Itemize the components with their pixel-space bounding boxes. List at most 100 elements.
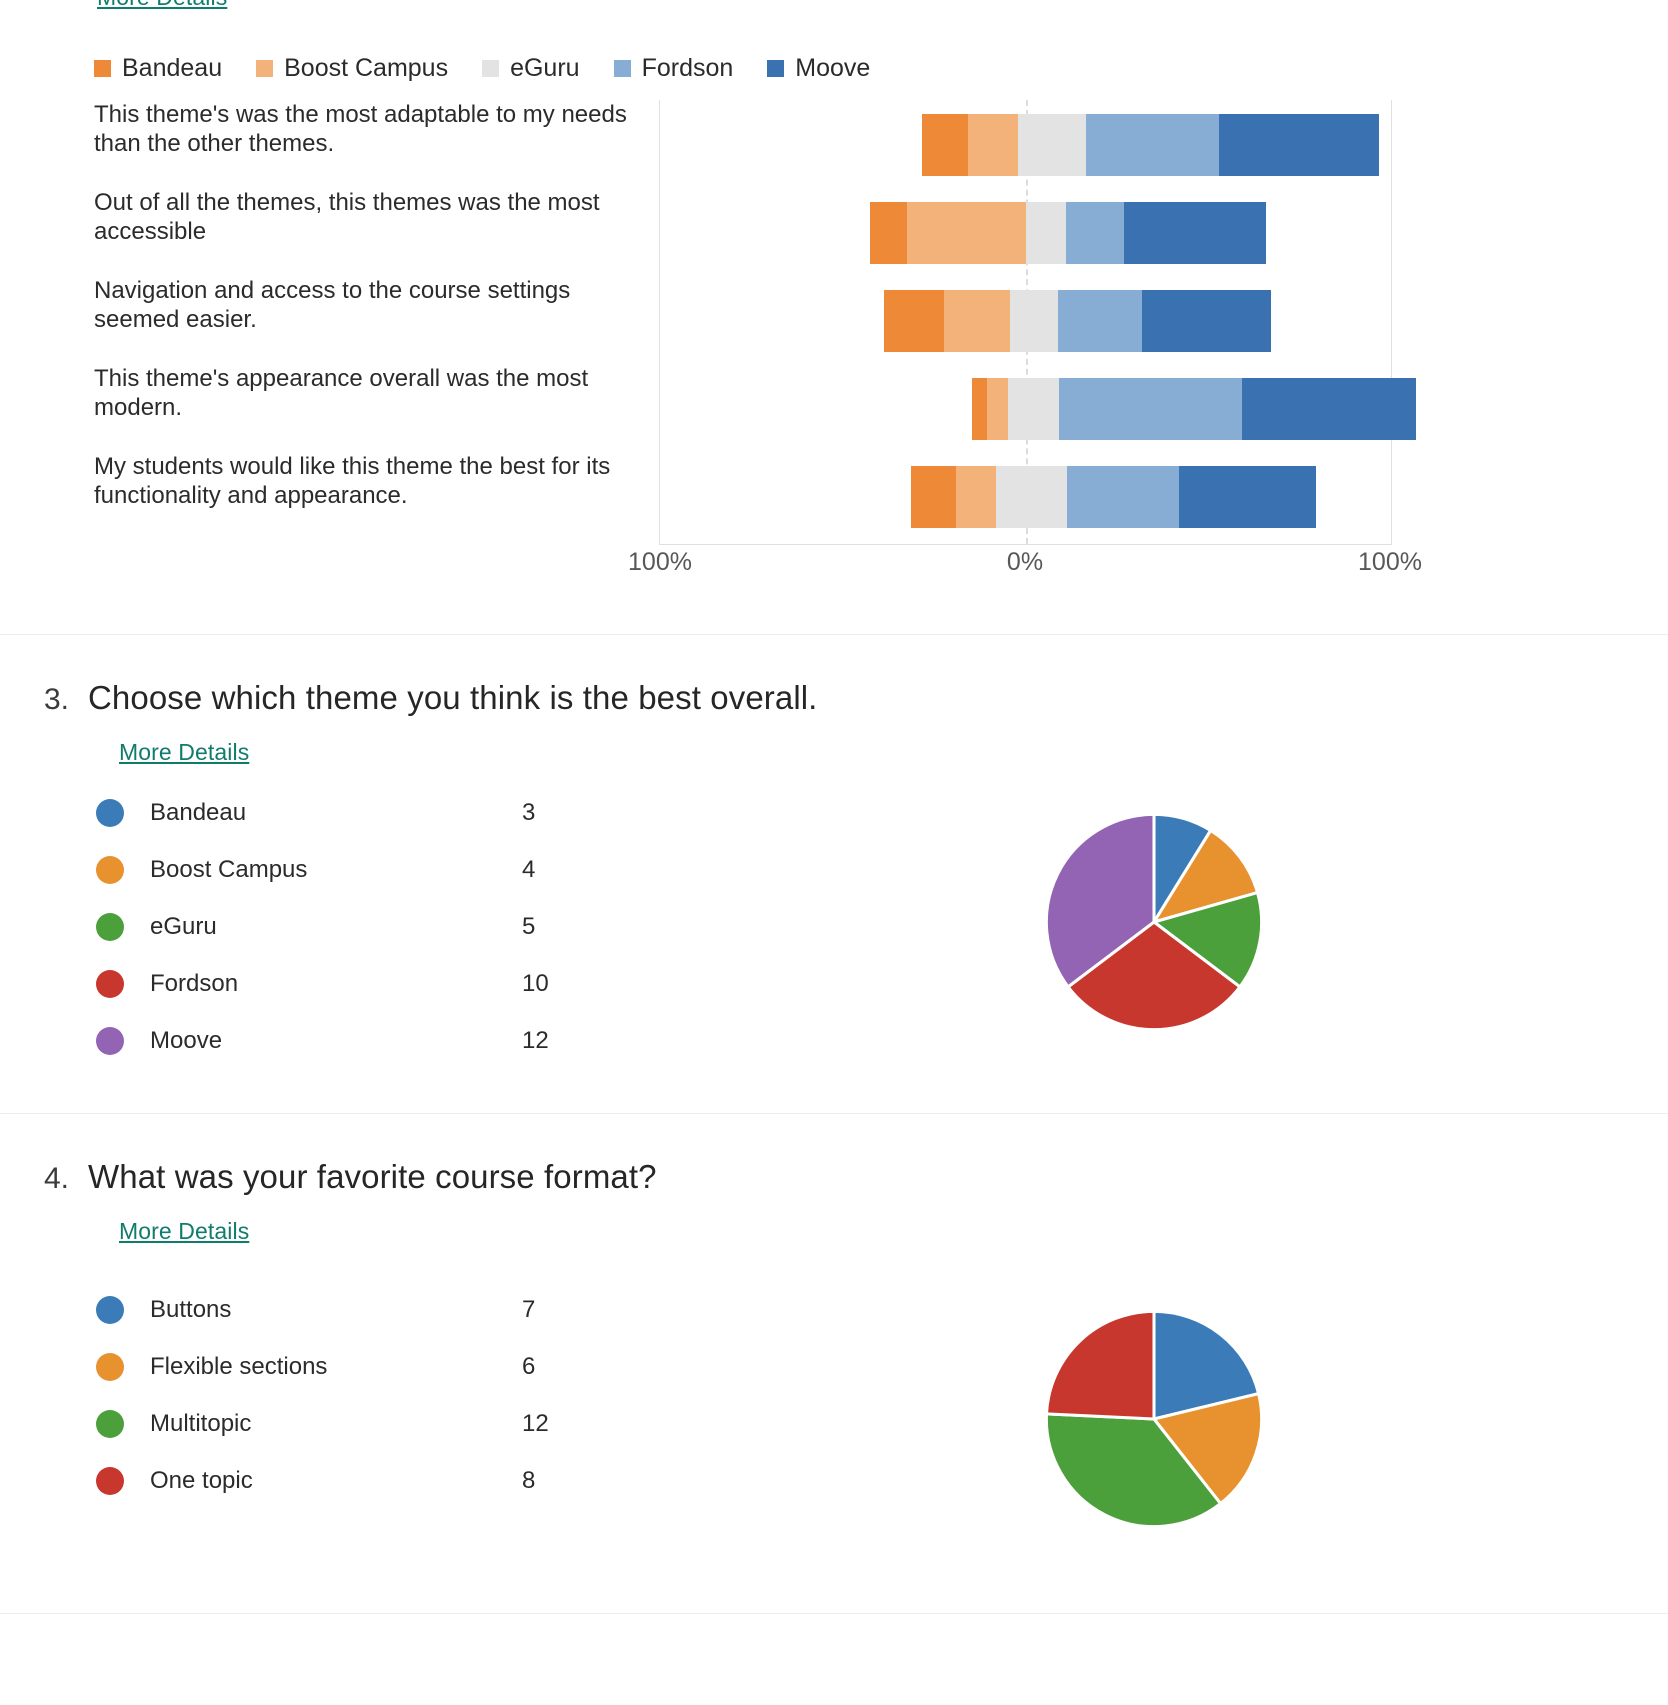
legend-dot-multitopic — [96, 1409, 124, 1438]
option-count: 8 — [522, 1466, 536, 1494]
legend-dot-buttons — [96, 1295, 124, 1324]
bar-segment-eguru[interactable] — [1008, 378, 1059, 440]
legend-label-fordson: Fordson — [641, 53, 734, 82]
list-item[interactable]: eGuru 5 — [96, 898, 662, 955]
question-title: What was your favorite course format? — [88, 1158, 657, 1195]
list-item[interactable]: Bandeau 3 — [96, 784, 662, 841]
bar-segment-eguru[interactable] — [1026, 202, 1066, 264]
bar-segment-eguru[interactable] — [1010, 290, 1058, 352]
more-details-link-q2[interactable]: More Details — [97, 0, 227, 11]
pie-slice-one-topic[interactable] — [1044, 1309, 1156, 1421]
bar-segment-eguru[interactable] — [1018, 114, 1086, 176]
option-count: 7 — [522, 1295, 536, 1323]
bar-row[interactable] — [870, 202, 1266, 264]
question-number: 3. — [44, 683, 70, 716]
legend-item-moove[interactable]: Moove — [767, 54, 870, 83]
x-axis-tick-labels: 100% 0% 100% — [628, 548, 1422, 588]
bar-segment-bandeau[interactable] — [884, 290, 944, 352]
bar-segment-moove[interactable] — [1219, 114, 1379, 176]
bar-segment-bandeau[interactable] — [870, 202, 907, 264]
list-item[interactable]: Flexible sections 6 — [96, 1338, 662, 1395]
bar-segment-boost-campus[interactable] — [956, 466, 996, 528]
list-item[interactable]: Buttons 7 — [96, 1281, 662, 1338]
bar-segment-moove[interactable] — [1142, 290, 1271, 352]
statement-label: This theme's appearance overall was the … — [94, 365, 589, 422]
bar-segment-boost-campus[interactable] — [987, 378, 1008, 440]
bar-segment-moove[interactable] — [1242, 378, 1416, 440]
bar-segment-fordson[interactable] — [1059, 378, 1242, 440]
bar-segment-boost-campus[interactable] — [907, 202, 1026, 264]
legend-dot-flexible-sections — [96, 1352, 124, 1381]
legend-item-bandeau[interactable]: Bandeau — [94, 54, 222, 83]
legend-label-moove: Moove — [795, 53, 871, 82]
more-details-link-q3[interactable]: More Details — [119, 739, 249, 766]
legend-swatch-eguru — [482, 59, 500, 77]
bar-segment-fordson[interactable] — [1058, 290, 1142, 352]
option-count: 12 — [522, 1026, 549, 1054]
bar-row[interactable] — [922, 114, 1379, 176]
list-item[interactable]: Boost Campus 4 — [96, 841, 662, 898]
question-number: 4. — [44, 1162, 70, 1195]
legend-item-fordson[interactable]: Fordson — [613, 53, 734, 83]
question-2-block: More Details Bandeau Boost Campus eGuru … — [0, 0, 1668, 590]
list-item[interactable]: Multitopic 12 — [96, 1395, 662, 1452]
legend-label-bandeau: Bandeau — [122, 53, 223, 82]
axis-tick-left: 100% — [628, 548, 692, 576]
bar-segment-boost-campus[interactable] — [944, 290, 1010, 352]
statement-label: Out of all the themes, this themes was t… — [94, 189, 600, 246]
option-count: 12 — [522, 1409, 549, 1437]
question-3-header: 3. Choose which theme you think is the b… — [22, 635, 1646, 717]
bar-segment-bandeau[interactable] — [911, 466, 956, 528]
question-4-pie-wrap — [662, 1281, 1646, 1557]
question-3-pie-wrap — [662, 784, 1646, 1060]
bar-segment-boost-campus[interactable] — [968, 114, 1018, 176]
list-item[interactable]: Moove 12 — [96, 1012, 662, 1069]
option-count: 4 — [522, 855, 536, 883]
bar-segment-bandeau[interactable] — [972, 378, 987, 440]
legend-swatch-fordson — [613, 59, 631, 77]
legend-item-boost-campus[interactable]: Boost Campus — [256, 54, 448, 83]
option-count: 3 — [522, 798, 536, 826]
statement-labels: This theme's was the most adaptable to m… — [94, 100, 654, 540]
legend-label-eguru: eGuru — [510, 53, 580, 82]
legend-dot-moove — [96, 1026, 124, 1055]
legend-dot-fordson — [96, 969, 124, 998]
statement-label: This theme's was the most adaptable to m… — [94, 101, 627, 158]
pie-chart-q4[interactable] — [1016, 1281, 1292, 1557]
question-4-body: Buttons 7 Flexible sections 6 Multitopic… — [22, 1281, 1646, 1557]
bar-segment-moove[interactable] — [1124, 202, 1266, 264]
list-item[interactable]: Fordson 10 — [96, 955, 662, 1012]
bar-row[interactable] — [884, 290, 1271, 352]
bar-segment-bandeau[interactable] — [922, 114, 968, 176]
stacked-bar-legend: Bandeau Boost Campus eGuru Fordson Moove — [22, 0, 1646, 82]
more-details-link-q4[interactable]: More Details — [119, 1218, 249, 1245]
axis-tick-right: 100% — [1358, 548, 1422, 576]
bar-row[interactable] — [972, 378, 1416, 440]
legend-swatch-boost-campus — [256, 59, 274, 77]
question-4-header: 4. What was your favorite course format? — [22, 1114, 1646, 1196]
option-count: 5 — [522, 912, 536, 940]
legend-swatch-moove — [767, 59, 785, 77]
question-4-block: 4. What was your favorite course format?… — [0, 1114, 1668, 1557]
pie-chart-q3[interactable] — [1016, 784, 1292, 1060]
bar-segment-fordson[interactable] — [1066, 202, 1124, 264]
survey-results-page: More Details Bandeau Boost Campus eGuru … — [0, 0, 1668, 1705]
list-item[interactable]: One topic 8 — [96, 1452, 662, 1509]
question-3-body: Bandeau 3 Boost Campus 4 eGuru 5 Fordson… — [22, 784, 1646, 1069]
bar-segment-fordson[interactable] — [1086, 114, 1219, 176]
bar-segment-moove[interactable] — [1179, 466, 1316, 528]
section-divider — [0, 1613, 1668, 1614]
legend-item-eguru[interactable]: eGuru — [482, 53, 580, 83]
legend-dot-boost-campus — [96, 855, 124, 884]
question-4-option-list: Buttons 7 Flexible sections 6 Multitopic… — [22, 1281, 662, 1509]
legend-dot-one-topic — [96, 1466, 124, 1495]
statement-label: Navigation and access to the course sett… — [94, 277, 571, 334]
chart-plot-area — [659, 100, 1416, 545]
question-3-option-list: Bandeau 3 Boost Campus 4 eGuru 5 Fordson… — [22, 784, 662, 1069]
diverging-stacked-bar-chart: This theme's was the most adaptable to m… — [22, 100, 1646, 590]
bar-segment-fordson[interactable] — [1067, 466, 1179, 528]
question-title: Choose which theme you think is the best… — [88, 679, 818, 716]
bar-row[interactable] — [911, 466, 1316, 528]
legend-label-boost-campus: Boost Campus — [284, 53, 449, 82]
bar-segment-eguru[interactable] — [996, 466, 1067, 528]
